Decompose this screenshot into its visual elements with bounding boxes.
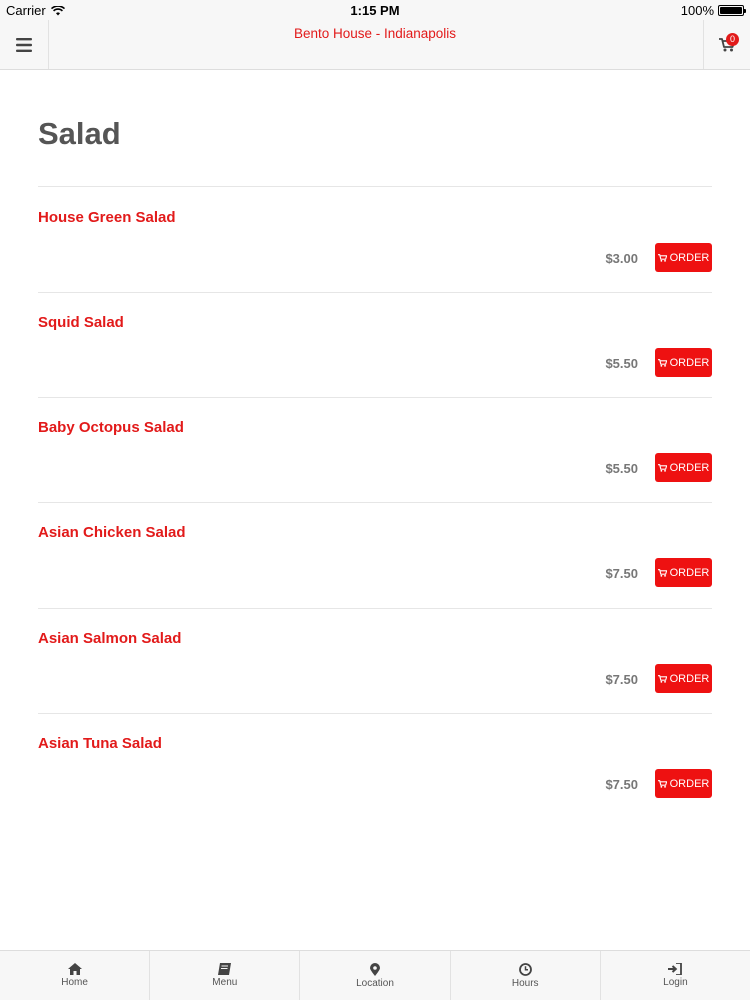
order-label: ORDER xyxy=(669,461,710,474)
order-button[interactable]: ORDER xyxy=(655,453,712,482)
battery-info: 100% xyxy=(680,3,746,18)
cart-count-badge: 0 xyxy=(726,33,739,46)
clock-time: 1:15 PM xyxy=(350,3,400,18)
menu-item: Squid Salad $5.50 ORDER xyxy=(38,292,712,397)
item-price: $5.50 xyxy=(605,356,638,371)
menu-item: Asian Salmon Salad $7.50 ORDER xyxy=(38,608,712,713)
order-label: ORDER xyxy=(669,566,710,579)
order-label: ORDER xyxy=(669,672,710,685)
item-name[interactable]: House Green Salad xyxy=(38,209,176,226)
sign-in-icon xyxy=(668,963,683,975)
tab-label: Login xyxy=(663,977,688,988)
tab-menu[interactable]: Menu xyxy=(150,951,301,1000)
tab-home[interactable]: Home xyxy=(0,951,151,1000)
item-price: $5.50 xyxy=(605,461,638,476)
item-price: $7.50 xyxy=(605,672,638,687)
order-label: ORDER xyxy=(669,356,710,369)
cart-icon xyxy=(657,779,667,788)
battery-icon xyxy=(718,5,746,16)
tab-login[interactable]: Login xyxy=(601,951,750,1000)
item-name[interactable]: Baby Octopus Salad xyxy=(38,419,184,436)
item-name[interactable]: Squid Salad xyxy=(38,314,124,331)
battery-percent: 100% xyxy=(680,3,714,18)
order-button[interactable]: ORDER xyxy=(655,664,712,693)
cart-icon xyxy=(657,568,667,577)
item-price: $3.00 xyxy=(605,251,638,266)
tab-location[interactable]: Location xyxy=(300,951,451,1000)
order-button[interactable]: ORDER xyxy=(655,769,712,798)
cart-icon xyxy=(657,358,667,367)
home-icon xyxy=(67,963,82,975)
tab-label: Hours xyxy=(511,977,539,989)
book-icon xyxy=(218,963,232,975)
clock-icon xyxy=(518,962,532,976)
menu-item: House Green Salad $3.00 ORDER xyxy=(38,187,712,292)
status-bar: Carrier 1:15 PM 100% xyxy=(0,0,750,20)
menu-item: Asian Tuna Salad $7.50 ORDER xyxy=(38,713,712,818)
item-name[interactable]: Asian Salmon Salad xyxy=(38,630,181,647)
cart-icon xyxy=(657,253,667,262)
tab-label: Menu xyxy=(212,977,238,988)
cart-icon xyxy=(657,463,667,472)
item-name[interactable]: Asian Chicken Salad xyxy=(38,524,186,541)
tab-label: Home xyxy=(61,977,88,988)
tab-label: Location xyxy=(356,977,394,989)
nav-bar: Bento House - Indianapolis 0 xyxy=(0,20,750,70)
menu-item: Baby Octopus Salad $5.50 ORDER xyxy=(38,397,712,502)
map-pin-icon xyxy=(370,962,380,976)
order-button[interactable]: ORDER xyxy=(655,558,712,587)
item-price: $7.50 xyxy=(605,566,638,581)
bottom-tab-bar: Home Menu Location Hours Login xyxy=(0,950,750,1000)
cart-button[interactable]: 0 xyxy=(703,20,750,69)
tab-hours[interactable]: Hours xyxy=(451,951,601,1000)
order-button[interactable]: ORDER xyxy=(655,243,712,272)
order-button[interactable]: ORDER xyxy=(655,348,712,377)
menu-item: Asian Chicken Salad $7.50 ORDER xyxy=(38,502,712,607)
nav-title: Bento House - Indianapolis xyxy=(293,26,457,41)
item-name[interactable]: Asian Tuna Salad xyxy=(38,735,162,752)
page-title: Salad xyxy=(38,116,121,151)
order-label: ORDER xyxy=(669,777,710,790)
item-price: $7.50 xyxy=(605,777,638,792)
cart-icon xyxy=(657,674,667,683)
order-label: ORDER xyxy=(669,251,710,264)
